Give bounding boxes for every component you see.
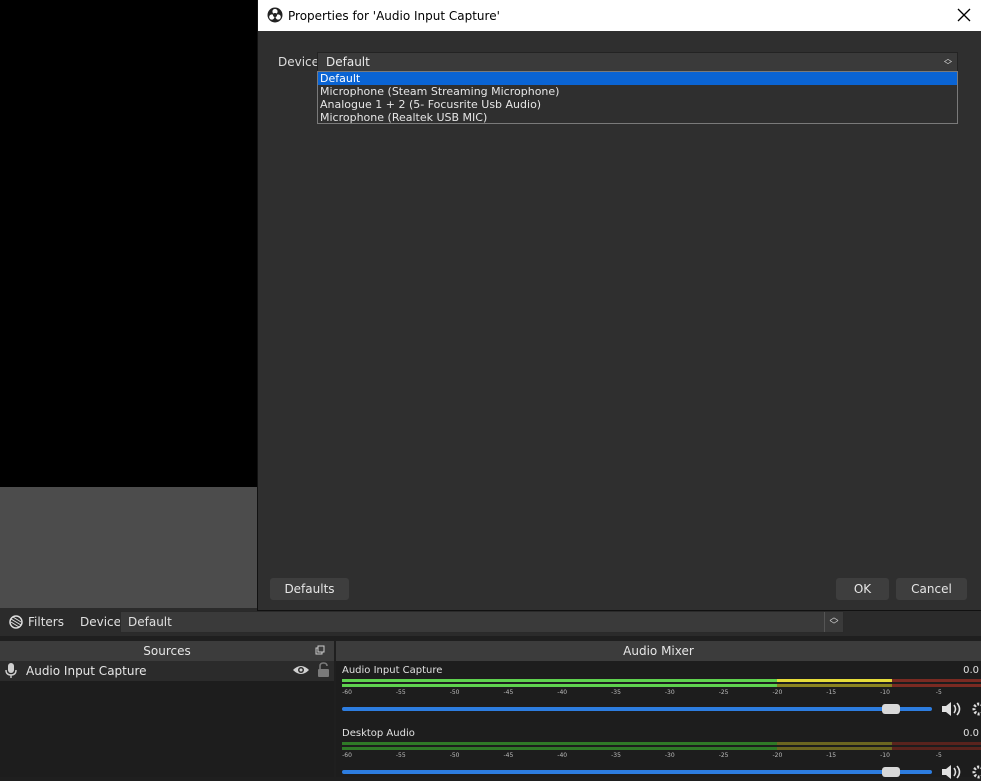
close-icon[interactable] (956, 7, 972, 23)
meter-tick-label: -30 (664, 752, 675, 759)
volume-meter (342, 742, 981, 745)
meter-tick-label: -5 (935, 689, 942, 696)
volume-slider[interactable] (342, 707, 932, 711)
meter-tick-label: -15 (826, 752, 837, 759)
ok-button[interactable]: OK (836, 578, 889, 600)
meter-tick-label: -30 (664, 689, 675, 696)
meter-tick-label: -15 (826, 689, 837, 696)
source-name: Audio Input Capture (26, 664, 147, 678)
meter-scale: -60 -55 -50 -45 -40 -35 -30 -25 -20 -15 -10 -5 (342, 689, 981, 697)
cancel-button[interactable]: Cancel (896, 578, 967, 600)
gear-icon[interactable] (972, 702, 981, 716)
meter-tick-label: -40 (557, 689, 568, 696)
volume-slider[interactable] (342, 770, 932, 774)
meter-tick-label: -50 (449, 689, 460, 696)
context-device-select[interactable]: Default ︿ ﹀ (120, 611, 844, 633)
eye-icon[interactable] (292, 664, 310, 676)
meter-tick-label: -10 (880, 752, 890, 759)
meter-tick-label: -55 (395, 689, 406, 696)
audio-mixer-title: Audio Mixer (336, 641, 981, 661)
meter-tick-label: -35 (611, 752, 621, 759)
dialog-title: Properties for 'Audio Input Capture' (288, 9, 500, 23)
dropdown-option[interactable]: Default (318, 72, 957, 85)
channel-name: Audio Input Capture (342, 665, 443, 676)
volume-meter (342, 747, 981, 750)
meter-tick-label: -40 (557, 752, 568, 759)
channel-db-readout: 0.0 (963, 728, 979, 739)
context-device-label: Device (80, 615, 122, 629)
volume-meter (342, 684, 981, 687)
dropdown-option[interactable]: Analogue 1 + 2 (5- Focusrite Usb Audio) (318, 98, 957, 111)
meter-tick-label: -60 (342, 689, 352, 696)
meter-tick-label: -45 (503, 689, 514, 696)
meter-tick-label: -35 (611, 689, 621, 696)
meter-tick-label: -25 (718, 752, 729, 759)
undock-icon[interactable] (315, 645, 325, 655)
device-dropdown-list[interactable]: Default Microphone (Steam Streaming Micro… (317, 71, 958, 124)
meter-tick-label: -55 (395, 752, 406, 759)
meter-tick-label: -10 (880, 689, 890, 696)
meter-tick-label: -60 (342, 752, 352, 759)
filter-icon (9, 615, 23, 629)
channel-db-readout: 0.0 (963, 665, 979, 676)
speaker-icon[interactable] (941, 700, 963, 718)
sources-title: Sources (0, 641, 334, 661)
dialog-device-select[interactable]: Default ︿ ﹀ (317, 52, 958, 72)
filters-label: Filters (28, 615, 64, 629)
meter-tick-label: -45 (503, 752, 514, 759)
meter-tick-label: -5 (935, 752, 942, 759)
chevron-updown-icon: ︿ ﹀ (824, 612, 843, 632)
context-device-value: Default (128, 615, 172, 629)
chevron-updown-icon: ︿ ﹀ (944, 54, 952, 70)
dropdown-option[interactable]: Microphone (Realtek USB MIC) (318, 111, 957, 124)
meter-tick-label: -20 (772, 689, 783, 696)
microphone-icon (5, 663, 17, 678)
unlock-icon[interactable] (317, 662, 330, 678)
speaker-icon[interactable] (941, 763, 963, 781)
meter-tick-label: -20 (772, 752, 783, 759)
dropdown-option[interactable]: Microphone (Steam Streaming Microphone) (318, 85, 957, 98)
defaults-button[interactable]: Defaults (270, 578, 349, 600)
filters-button[interactable]: Filters (8, 611, 64, 633)
volume-meter (342, 679, 981, 682)
channel-name: Desktop Audio (342, 728, 415, 739)
meter-tick-label: -25 (718, 689, 729, 696)
volume-slider-handle[interactable] (881, 704, 900, 714)
meter-scale: -60 -55 -50 -45 -40 -35 -30 -25 -20 -15 -10 -5 (342, 752, 981, 760)
obs-logo-icon (267, 7, 283, 23)
volume-slider-handle[interactable] (881, 767, 900, 777)
dialog-device-value: Default (326, 55, 370, 69)
dialog-device-label: Device (278, 55, 320, 69)
meter-tick-label: -50 (449, 752, 460, 759)
